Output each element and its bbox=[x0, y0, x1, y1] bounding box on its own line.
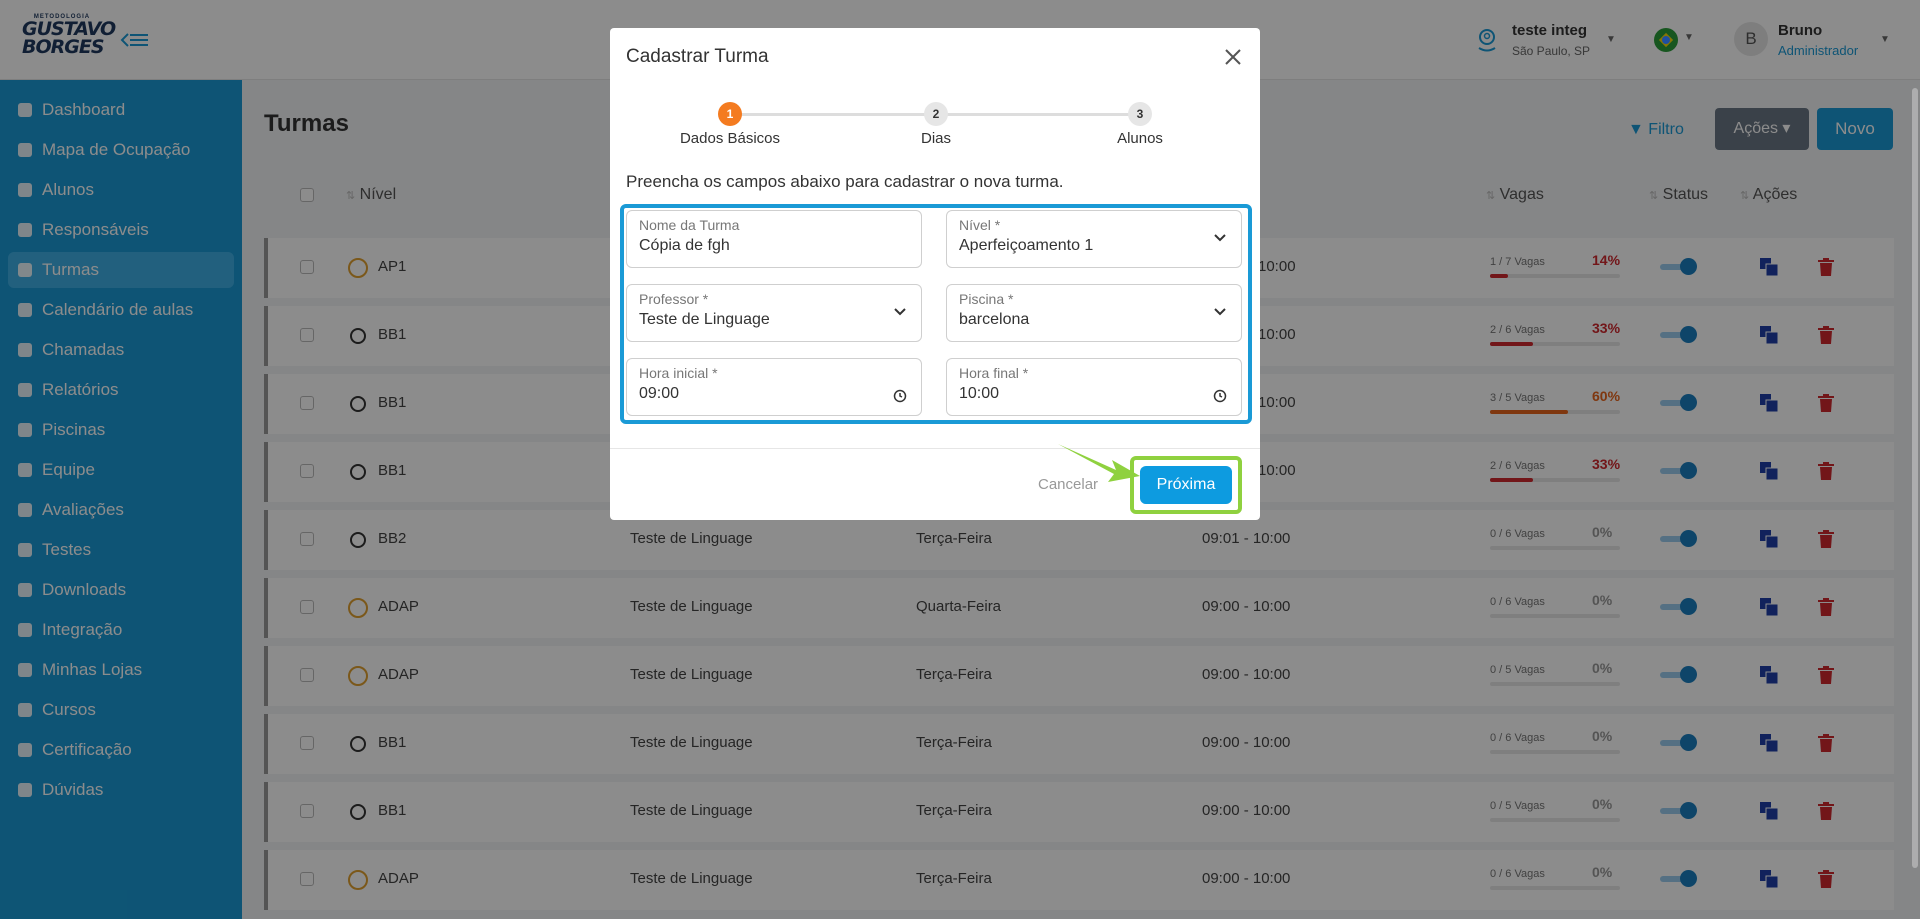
hora-inicial-field[interactable]: Hora inicial * 09:00 bbox=[626, 358, 922, 416]
clock-icon[interactable] bbox=[1213, 389, 1227, 403]
field-value: 10:00 bbox=[959, 385, 1000, 402]
modal-divider bbox=[610, 448, 1260, 449]
step-3-label: Alunos bbox=[1117, 130, 1163, 147]
cadastrar-turma-modal: Cadastrar Turma 1 2 3 Dados Básicos Dias… bbox=[610, 28, 1260, 520]
chevron-down-icon bbox=[894, 308, 906, 316]
field-value: Aperfeiçoamento 1 bbox=[959, 237, 1094, 254]
step-1-label: Dados Básicos bbox=[679, 130, 781, 147]
field-label: Piscina * bbox=[959, 291, 1014, 307]
scrollbar[interactable] bbox=[1912, 88, 1918, 868]
field-value: Cópia de fgh bbox=[639, 237, 730, 254]
form-highlight-box: Nome da Turma Cópia de fgh Nível * Aperf… bbox=[620, 204, 1252, 424]
modal-title: Cadastrar Turma bbox=[626, 46, 769, 67]
next-button[interactable]: Próxima bbox=[1140, 466, 1232, 504]
hora-final-field[interactable]: Hora final * 10:00 bbox=[946, 358, 1242, 416]
step-3-indicator: 3 bbox=[1128, 102, 1152, 126]
field-value: 09:00 bbox=[639, 385, 680, 402]
chevron-down-icon bbox=[1214, 308, 1226, 316]
field-value: Teste de Linguage bbox=[639, 311, 770, 328]
turma-name-field[interactable]: Nome da Turma Cópia de fgh bbox=[626, 210, 922, 268]
modal-description: Preencha os campos abaixo para cadastrar… bbox=[626, 172, 1064, 191]
annotation-arrow-icon bbox=[1058, 444, 1140, 482]
nivel-select[interactable]: Nível * Aperfeiçoamento 1 bbox=[946, 210, 1242, 268]
professor-select[interactable]: Professor * Teste de Linguage bbox=[626, 284, 922, 342]
field-label: Professor * bbox=[639, 291, 709, 307]
piscina-select[interactable]: Piscina * barcelona bbox=[946, 284, 1242, 342]
step-2-label: Dias bbox=[920, 130, 951, 147]
field-label: Hora final * bbox=[959, 365, 1029, 381]
clock-icon[interactable] bbox=[893, 389, 907, 403]
field-label: Nome da Turma bbox=[639, 217, 740, 233]
field-value: barcelona bbox=[959, 311, 1030, 328]
step-2-indicator: 2 bbox=[924, 102, 948, 126]
step-1-indicator: 1 bbox=[718, 102, 742, 126]
chevron-down-icon bbox=[1214, 234, 1226, 242]
field-label: Hora inicial * bbox=[639, 365, 718, 381]
field-label: Nível * bbox=[959, 217, 1001, 233]
close-icon[interactable] bbox=[1222, 46, 1244, 68]
